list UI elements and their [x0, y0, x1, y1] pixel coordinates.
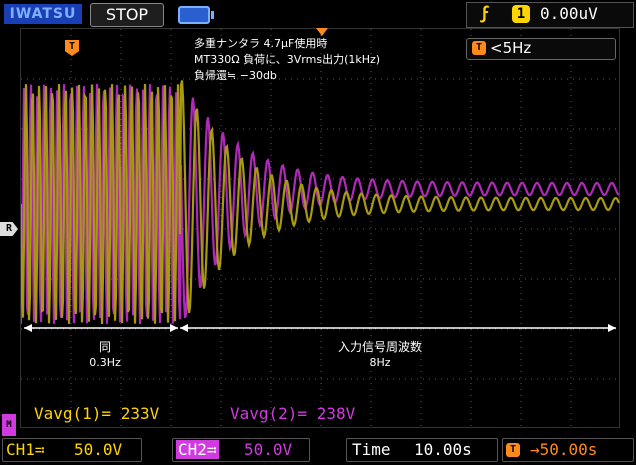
brand-logo: IWATSU	[4, 4, 82, 24]
trigger-level: 0.00uV	[540, 4, 598, 23]
reference-marker-icon: R	[0, 222, 18, 236]
ch2-marker-icon: M	[2, 414, 16, 436]
frequency-counter[interactable]	[466, 38, 616, 60]
annotation-line: 多重ナンタラ 4.7μF使用時	[194, 37, 328, 50]
annotation-line: 負帰還≒ −30db	[194, 69, 277, 82]
annotation-text: 多重ナンタラ 4.7μF使用時 MT330Ω 負荷に、3Vrms出力(1kHz)…	[194, 36, 380, 84]
arrow-head-icon	[24, 324, 32, 332]
rising-edge-icon: ϝ	[480, 3, 491, 24]
trigger-channel-badge: 1	[512, 5, 530, 23]
ch2-label: CH2≕	[176, 440, 219, 459]
ch1-average-measurement: Vavg(1)= 233V	[34, 404, 160, 423]
ch1-trace	[21, 80, 621, 325]
trigger-icon: T	[506, 443, 520, 457]
trigger-icon: T	[472, 41, 486, 55]
run-stop-button[interactable]: STOP	[90, 3, 164, 27]
waveform-plot	[21, 29, 621, 429]
arrow-head-icon	[170, 324, 178, 332]
ch1-label: CH1≕	[6, 440, 45, 459]
time-scale: 10.00s	[414, 440, 472, 459]
arrow-head-icon	[608, 324, 616, 332]
ch2-scale: 50.0V	[244, 440, 293, 459]
span-right-value: 8Hz	[369, 356, 391, 369]
time-label: Time	[352, 440, 391, 459]
span-right-label: 入力信号周波数	[337, 340, 422, 354]
ch2-average-measurement: Vavg(2)= 238V	[230, 404, 356, 423]
arrow-head-icon	[180, 324, 188, 332]
battery-icon	[178, 6, 214, 24]
ch1-scale: 50.0V	[74, 440, 123, 459]
frequency-value: <5Hz	[490, 39, 532, 57]
span-left-label: 同	[98, 340, 111, 354]
annotation-line: MT330Ω 負荷に、3Vrms出力(1kHz)	[194, 53, 381, 66]
span-left-value: 0.3Hz	[89, 356, 121, 369]
span-arrows	[24, 324, 616, 332]
trigger-position: →50.00s	[530, 440, 598, 459]
